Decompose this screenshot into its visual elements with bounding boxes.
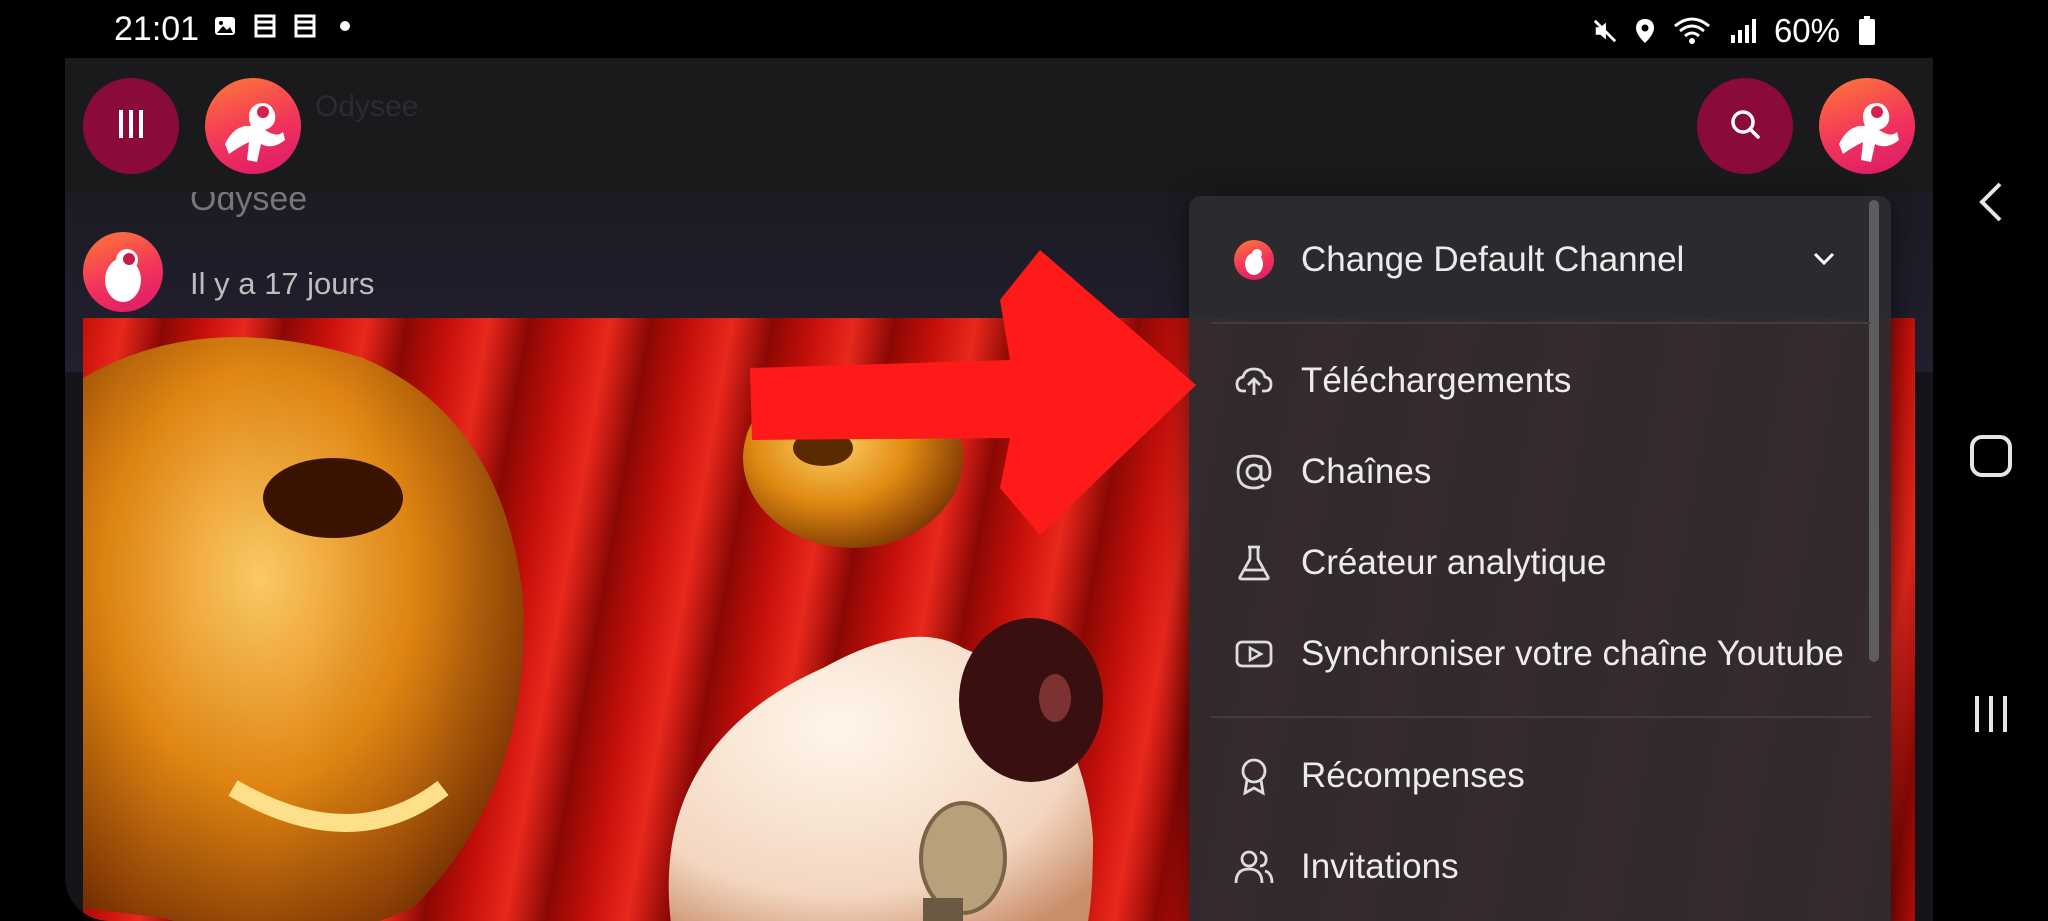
- app-header: Odysee: [65, 58, 1933, 192]
- menu-item-invites[interactable]: Invitations: [1189, 827, 1871, 907]
- chevron-down-icon: [1809, 244, 1839, 279]
- menu-button[interactable]: [83, 78, 179, 174]
- menu-divider: [1211, 716, 1871, 718]
- home-button[interactable]: [1963, 430, 2019, 486]
- menu-item-channels[interactable]: Chaînes: [1189, 432, 1871, 512]
- change-default-channel-label: Change Default Channel: [1301, 240, 1685, 279]
- account-avatar-button[interactable]: [1819, 78, 1915, 174]
- menu-item-youtube-sync-label: Synchroniser votre chaîne Youtube: [1301, 634, 1844, 673]
- faded-header-title: Odysee: [315, 90, 419, 123]
- channel-avatar[interactable]: [83, 232, 163, 312]
- post-date: Il y a 17 jours: [190, 266, 375, 301]
- calendar-icon: [252, 13, 278, 39]
- flask-icon: [1234, 543, 1274, 583]
- back-chevron-icon: [1976, 180, 2006, 229]
- location-icon: [1632, 18, 1658, 44]
- menu-icon: [116, 107, 146, 146]
- menu-item-uploads-label: Téléchargements: [1301, 361, 1572, 400]
- channel-avatar-small: [1234, 240, 1274, 280]
- signal-icon: [1726, 18, 1760, 44]
- wifi-icon: [1672, 17, 1712, 44]
- system-nav-bar: [1933, 58, 2048, 921]
- menu-item-channels-label: Chaînes: [1301, 452, 1432, 491]
- account-dropdown-menu: Change Default Channel Téléchargements C…: [1189, 196, 1891, 921]
- calendar-icon: [292, 13, 318, 39]
- search-icon: [1727, 106, 1763, 147]
- status-bar: 21:01 60%: [0, 0, 1960, 58]
- home-square-icon: [1968, 433, 2014, 484]
- recents-button[interactable]: [1963, 688, 2019, 744]
- battery-percentage: 60%: [1773, 12, 1840, 49]
- menu-divider: [1211, 322, 1871, 324]
- back-button[interactable]: [1963, 176, 2019, 232]
- search-button[interactable]: [1697, 78, 1793, 174]
- menu-item-uploads[interactable]: Téléchargements: [1189, 341, 1871, 421]
- menu-item-invites-label: Invitations: [1301, 847, 1459, 886]
- menu-item-rewards-label: Récompenses: [1301, 756, 1525, 795]
- users-icon: [1234, 847, 1274, 887]
- app-window: Odysee Il y a 17 jours Odysee Change Def…: [65, 58, 1933, 921]
- change-default-channel[interactable]: Change Default Channel: [1189, 220, 1871, 300]
- award-icon: [1234, 756, 1274, 796]
- menu-item-creator-analytics-label: Créateur analytique: [1301, 543, 1607, 582]
- odysee-logo[interactable]: [205, 78, 301, 174]
- upload-cloud-icon: [1234, 361, 1274, 401]
- gallery-icon: [212, 13, 238, 39]
- dot-icon: [332, 13, 358, 39]
- youtube-icon: [1234, 634, 1274, 674]
- mute-icon: [1592, 18, 1618, 44]
- recents-icon: [1969, 692, 2013, 741]
- menu-item-creator-analytics[interactable]: Créateur analytique: [1189, 523, 1871, 603]
- battery-icon: [1854, 16, 1880, 45]
- at-sign-icon: [1234, 452, 1274, 492]
- clock: 21:01: [114, 10, 200, 48]
- menu-item-youtube-sync[interactable]: Synchroniser votre chaîne Youtube: [1189, 614, 1871, 694]
- menu-item-rewards[interactable]: Récompenses: [1189, 736, 1871, 816]
